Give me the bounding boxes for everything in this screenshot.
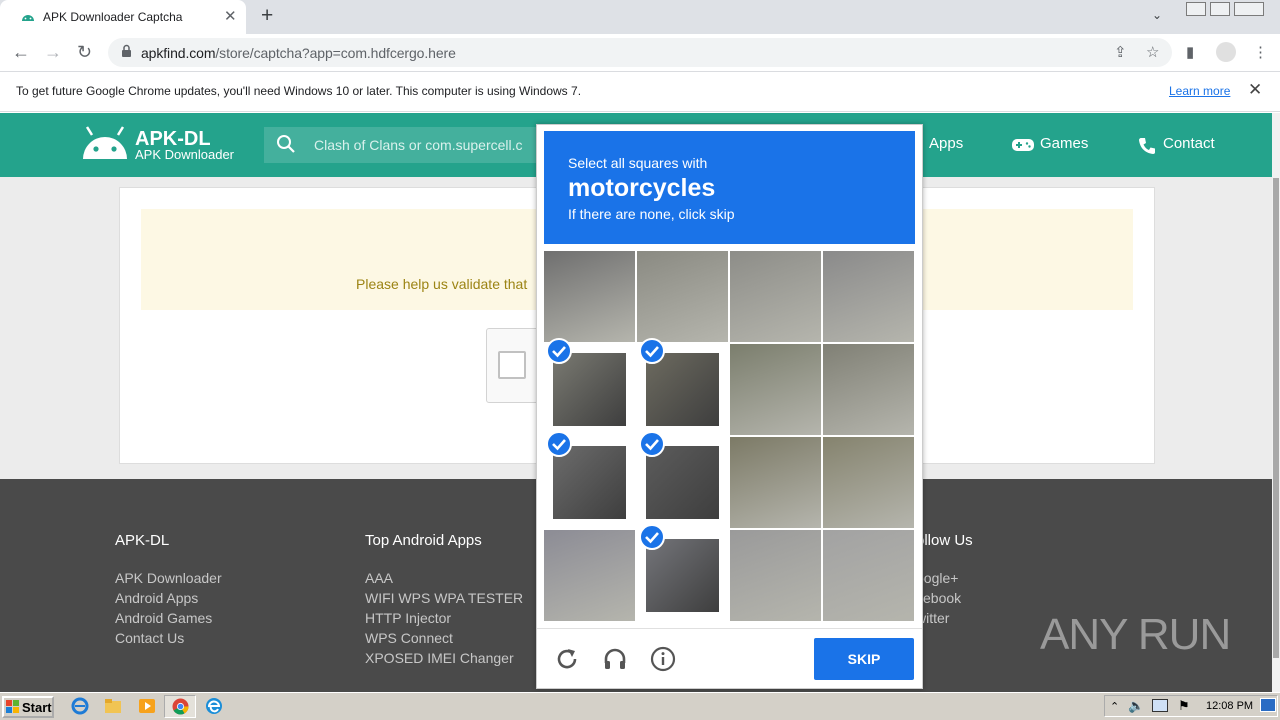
media-player-icon[interactable]: [138, 698, 156, 714]
captcha-footer-divider: [537, 628, 922, 629]
lock-icon[interactable]: [121, 44, 132, 58]
tile-selected-check-icon: [546, 431, 572, 457]
recaptcha-checkbox[interactable]: [498, 351, 526, 379]
footer-link[interactable]: Android Games: [115, 610, 212, 626]
chrome-icon: [172, 698, 189, 715]
reload-challenge-icon[interactable]: [554, 646, 580, 672]
nav-contact[interactable]: Contact: [1163, 135, 1215, 152]
scrollbar-thumb[interactable]: [1273, 178, 1279, 658]
footer-link[interactable]: Contact Us: [115, 630, 184, 646]
tab-close-icon[interactable]: ✕: [224, 7, 237, 25]
logo-subtitle[interactable]: APK Downloader: [135, 147, 234, 162]
file-explorer-icon[interactable]: [104, 698, 122, 714]
footer-col2-heading: Top Android Apps: [365, 532, 482, 549]
captcha-tile[interactable]: [637, 251, 728, 342]
new-tab-icon[interactable]: +: [261, 4, 273, 28]
footer-link[interactable]: APK Downloader: [115, 570, 222, 586]
url-host: apkfind.com: [141, 45, 216, 61]
chrome-taskbar-button[interactable]: [164, 695, 196, 718]
tile-selected-check-icon: [639, 338, 665, 364]
network-icon[interactable]: [1152, 699, 1168, 712]
profile-avatar-icon[interactable]: [1216, 42, 1236, 62]
search-icon[interactable]: [276, 134, 296, 154]
restore-window-button[interactable]: [1210, 2, 1230, 16]
footer-link[interactable]: AAA: [365, 570, 393, 586]
show-hidden-icons-icon[interactable]: ⌃: [1110, 700, 1119, 713]
minimize-window-button[interactable]: [1186, 2, 1206, 16]
tile-selected-check-icon: [639, 431, 665, 457]
forward-arrow-icon[interactable]: →: [44, 42, 62, 63]
captcha-target-object: motorcycles: [568, 174, 716, 202]
edge-icon[interactable]: [205, 697, 223, 715]
infobar-message: To get future Google Chrome updates, you…: [16, 84, 582, 98]
share-icon[interactable]: ⇪: [1114, 43, 1127, 61]
info-icon[interactable]: [650, 646, 676, 672]
action-center-flag-icon[interactable]: ⚑: [1178, 698, 1190, 714]
captcha-tile[interactable]: [730, 437, 821, 528]
captcha-tile[interactable]: [544, 530, 635, 621]
internet-explorer-icon[interactable]: [70, 697, 90, 715]
tile-selected-check-icon: [546, 338, 572, 364]
side-panel-icon[interactable]: ▮: [1186, 43, 1194, 61]
captcha-tile[interactable]: [730, 344, 821, 435]
captcha-tile[interactable]: [823, 530, 914, 621]
notice-text: Please help us validate that: [356, 276, 528, 292]
footer-link[interactable]: HTTP Injector: [365, 610, 451, 626]
back-arrow-icon[interactable]: ←: [12, 42, 30, 63]
captcha-skip-hint: If there are none, click skip: [568, 206, 735, 222]
clock[interactable]: 12:08 PM: [1206, 700, 1253, 712]
tab-title: APK Downloader Captcha: [43, 10, 183, 24]
captcha-tile[interactable]: [823, 251, 914, 342]
footer-col4-heading: ollow Us: [916, 532, 973, 549]
captcha-instruction: Select all squares with: [568, 155, 708, 171]
skip-button[interactable]: SKIP: [814, 638, 914, 680]
captcha-tile[interactable]: [823, 437, 914, 528]
footer-link[interactable]: XPOSED IMEI Changer: [365, 650, 514, 666]
url-path: /store/captcha?app=com.hdfcergo.here: [215, 45, 456, 61]
close-window-button[interactable]: [1234, 2, 1264, 16]
footer-link[interactable]: WIFI WPS WPA TESTER: [365, 590, 523, 606]
footer-col1-heading: APK-DL: [115, 532, 170, 549]
bookmark-star-icon[interactable]: ☆: [1146, 43, 1159, 61]
learn-more-link[interactable]: Learn more: [1169, 84, 1230, 98]
footer-link[interactable]: WPS Connect: [365, 630, 453, 646]
infobar-close-icon[interactable]: ✕: [1248, 80, 1262, 100]
url-text[interactable]: apkfind.com/store/captcha?app=com.hdfcer…: [141, 45, 456, 61]
menu-kebab-icon[interactable]: ⋮: [1253, 43, 1268, 61]
volume-icon[interactable]: 🔈: [1128, 698, 1144, 714]
nav-games[interactable]: Games: [1040, 135, 1088, 152]
captcha-tile[interactable]: [730, 251, 821, 342]
nav-apps[interactable]: Apps: [929, 135, 963, 152]
phone-icon[interactable]: [1137, 136, 1157, 156]
reload-icon[interactable]: ↻: [77, 42, 92, 63]
audio-challenge-headphones-icon[interactable]: [602, 646, 628, 672]
captcha-tile[interactable]: [544, 251, 635, 342]
android-logo-icon[interactable]: [80, 125, 130, 163]
windows-logo-icon: [6, 700, 19, 713]
footer-link[interactable]: Android Apps: [115, 590, 198, 606]
anyrun-watermark: ANY RUN: [1040, 610, 1231, 659]
android-favicon-icon: [22, 15, 34, 21]
start-label: Start: [22, 700, 52, 715]
tab-search-chevron-icon[interactable]: ⌄: [1152, 8, 1162, 22]
gamepad-icon[interactable]: [1012, 138, 1034, 152]
show-desktop-button[interactable]: [1260, 698, 1276, 712]
captcha-tile[interactable]: [823, 344, 914, 435]
site-search-placeholder: Clash of Clans or com.supercell.c: [314, 137, 523, 153]
tile-selected-check-icon: [639, 524, 665, 550]
start-button[interactable]: Start: [2, 696, 54, 718]
captcha-tile[interactable]: [730, 530, 821, 621]
